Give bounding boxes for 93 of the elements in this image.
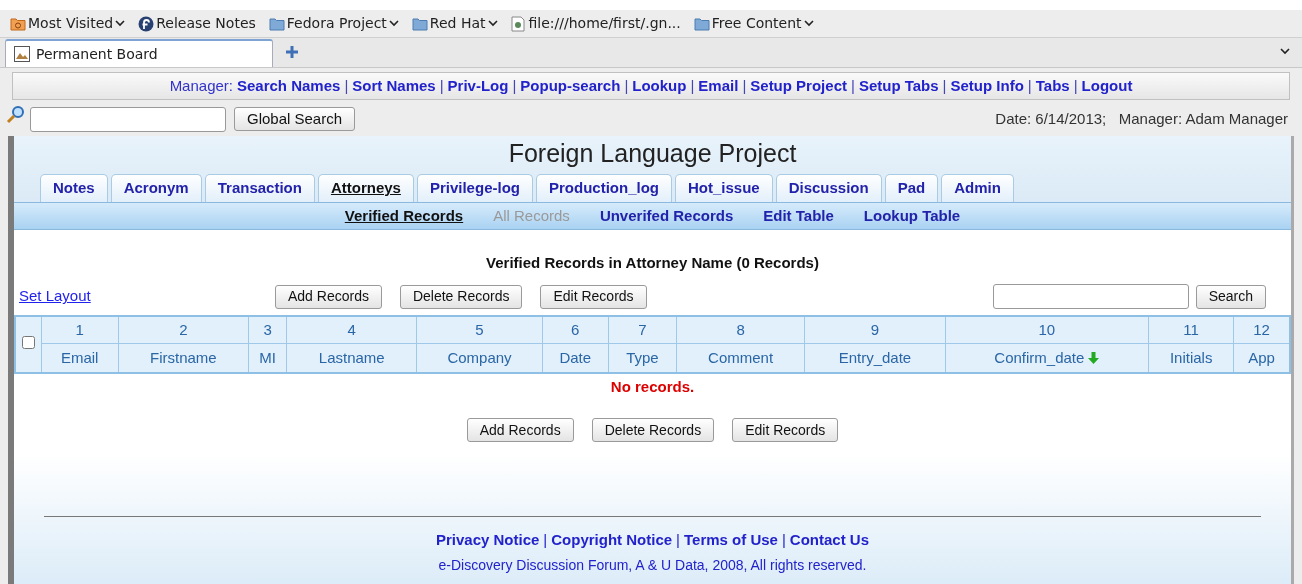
sub-navigation-link[interactable]: Edit Table: [763, 204, 834, 228]
search-field[interactable]: [992, 284, 1189, 309]
folder-icon: [268, 16, 285, 31]
plus-icon[interactable]: [285, 45, 299, 59]
bookmark[interactable]: file:///home/first/.gn...: [510, 13, 681, 34]
tab[interactable]: Hot_issue: [674, 174, 773, 202]
tab[interactable]: Transaction: [204, 174, 315, 202]
column-number: 9: [804, 315, 946, 344]
folder-icon: [10, 16, 26, 31]
footer-link[interactable]: Privacy Notice: [435, 530, 540, 548]
manager-link[interactable]: Tabs: [1035, 74, 1070, 98]
separator: |: [742, 75, 747, 96]
tab[interactable]: Attorneys: [317, 174, 414, 202]
sub-navigation-link[interactable]: Lookup Table: [863, 204, 961, 228]
tab[interactable]: Pad: [884, 174, 939, 202]
action-button[interactable]: Search: [1195, 284, 1266, 309]
column-number: 8: [676, 315, 805, 344]
footer-link[interactable]: Terms of Use: [684, 530, 778, 548]
column-number: 1: [41, 315, 119, 344]
manager-link[interactable]: Sort Names: [352, 74, 436, 98]
global-search-field[interactable]: [30, 106, 226, 132]
browser-tab[interactable]: Permanent Board: [5, 39, 273, 67]
empty-message: No records.: [609, 376, 696, 397]
folder-icon: [411, 16, 428, 31]
action-button[interactable]: Delete Records: [399, 284, 523, 309]
bookmark[interactable]: Fedora Project: [268, 13, 399, 34]
separator: |: [344, 75, 349, 96]
bookmark[interactable]: Red Hat: [411, 13, 498, 34]
chevron-icon: [803, 20, 814, 27]
action-button[interactable]: Add Records: [275, 284, 382, 309]
bookmark[interactable]: Most Visited: [10, 13, 126, 34]
separator: |: [543, 530, 548, 548]
tab[interactable]: Admin: [941, 174, 1014, 202]
sub-navigation-link[interactable]: Unverifed Records: [599, 204, 734, 228]
tab[interactable]: Privilege-log: [416, 174, 533, 202]
separator: |: [690, 75, 695, 96]
search-icon: [6, 105, 26, 125]
bookmark[interactable]: Release Notes: [138, 13, 256, 34]
bookmark[interactable]: Free Content: [693, 13, 814, 34]
date-manager-info: Date: 6/14/2013; Manager: Adam Manager: [995, 108, 1288, 129]
tab[interactable]: Discussion: [775, 174, 882, 202]
manager-link[interactable]: Logout: [1081, 74, 1133, 98]
column-number: 4: [286, 315, 417, 344]
separator: |: [1073, 75, 1078, 96]
separator: |: [1027, 75, 1032, 96]
manager-link[interactable]: Lookup: [632, 74, 687, 98]
manager-link[interactable]: Popup-search: [520, 74, 621, 98]
separator: |: [781, 530, 786, 548]
manager-link[interactable]: Priv-Log: [447, 74, 509, 98]
separator: |: [624, 75, 629, 96]
separator: |: [942, 75, 947, 96]
action-button[interactable]: Edit Records: [540, 284, 647, 309]
action-button[interactable]: Add Records: [466, 418, 574, 442]
chevron-icon: [388, 20, 399, 27]
column-number: 3: [248, 315, 287, 344]
column-number: 2: [118, 315, 249, 344]
set-layout-link[interactable]: Set Layout: [19, 285, 275, 308]
tab[interactable]: Acronym: [110, 174, 202, 202]
manager-link[interactable]: Setup Project: [750, 74, 847, 98]
separator: |: [676, 530, 680, 548]
column-number: 5: [416, 315, 543, 344]
footer-link[interactable]: Contact Us: [789, 530, 870, 548]
file-icon: [510, 15, 525, 32]
action-button[interactable]: Delete Records: [591, 418, 715, 442]
footer-link[interactable]: Copyright Notice: [551, 530, 673, 548]
manager-label: Manager:: [169, 75, 233, 96]
manager-link[interactable]: Setup Tabs: [858, 74, 939, 98]
separator: |: [439, 75, 444, 96]
select-all-checkbox[interactable]: [21, 335, 35, 349]
down-arrow-icon: [1088, 351, 1100, 364]
separator: |: [512, 75, 517, 96]
manager-link[interactable]: Email: [698, 74, 739, 98]
separator: |: [850, 75, 855, 96]
tab[interactable]: Notes: [40, 174, 108, 202]
folder-icon: [693, 16, 710, 31]
logo-icon: [138, 15, 155, 32]
sub-navigation-link[interactable]: Verified Records: [344, 204, 464, 228]
project-title: Foreign Language Project: [507, 138, 798, 169]
manager-link[interactable]: Setup Info: [950, 74, 1024, 98]
chevron-icon: [115, 20, 126, 27]
copyright-text: e-Discovery Discussion Forum, A & U Data, 2008, All rights reserved.: [437, 556, 868, 575]
action-button[interactable]: Edit Records: [732, 418, 839, 442]
column-number: 7: [608, 315, 677, 344]
tab[interactable]: Production_log: [535, 174, 672, 202]
chevron-icon: [1280, 48, 1290, 55]
column-number: 6: [542, 315, 609, 344]
action-button[interactable]: Global Search: [234, 107, 356, 131]
column-number: 11: [1148, 315, 1234, 344]
records-heading: Verified Records in Attorney Name (0 Records): [485, 253, 820, 273]
column-number: 10: [945, 315, 1149, 344]
picture-icon: [14, 46, 30, 62]
chevron-icon: [487, 20, 498, 27]
manager-link[interactable]: Search Names: [237, 74, 341, 98]
